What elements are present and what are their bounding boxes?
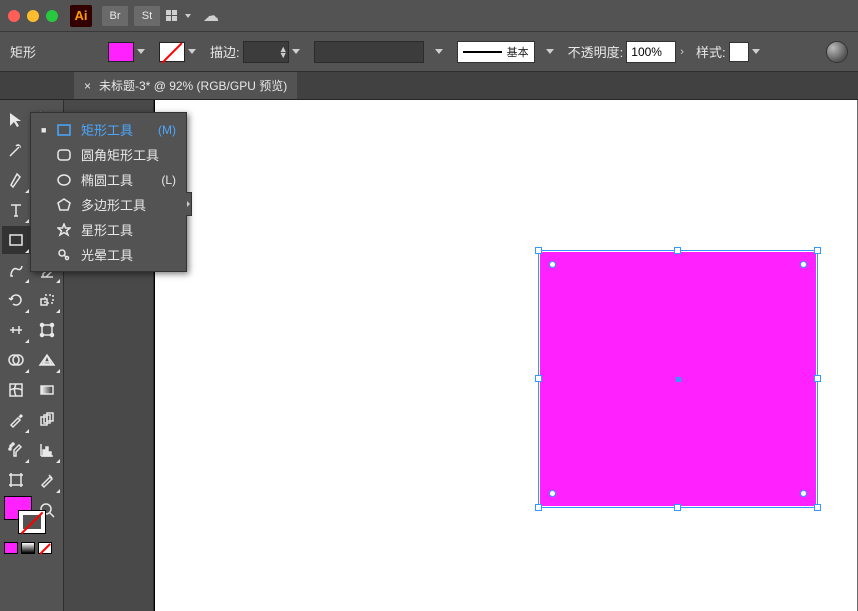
chevron-right-icon[interactable]: › xyxy=(680,46,684,58)
artboard-tool[interactable] xyxy=(2,466,30,494)
perspective-grid-tool[interactable] xyxy=(33,346,61,374)
flyout-item-polygon[interactable]: 多边形工具 xyxy=(31,192,186,217)
gradient-mode-button[interactable] xyxy=(21,542,35,554)
chevron-down-icon xyxy=(137,49,145,54)
opacity-field[interactable]: 不透明度: 100% › xyxy=(568,41,688,63)
mesh-tool[interactable] xyxy=(2,376,30,404)
rotate-tool[interactable] xyxy=(2,286,30,314)
style-label: 样式: xyxy=(696,42,726,61)
stroke-weight-input[interactable]: ▲▼ xyxy=(243,41,289,63)
flyout-tearoff-handle[interactable] xyxy=(186,192,192,216)
chevron-down-icon xyxy=(752,49,760,54)
stroke-weight-field[interactable]: 描边: ▲▼ xyxy=(210,41,306,63)
column-graph-tool[interactable] xyxy=(33,436,61,464)
shaper-tool[interactable] xyxy=(2,256,30,284)
document-tabs: × 未标题-3* @ 92% (RGB/GPU 预览) xyxy=(0,72,858,100)
flyout-item-rectangle[interactable]: ■ 矩形工具 (M) xyxy=(31,117,186,142)
scale-tool[interactable] xyxy=(33,286,61,314)
shape-tools-flyout: ■ 矩形工具 (M) 圆角矩形工具 椭圆工具 (L) 多边形工具 星形工具 光晕… xyxy=(30,112,187,272)
recolor-button[interactable] xyxy=(826,41,848,63)
flyout-item-flare[interactable]: 光晕工具 xyxy=(31,242,186,267)
close-window-button[interactable] xyxy=(8,10,20,22)
tab-close-icon[interactable]: × xyxy=(84,79,91,93)
sync-icon[interactable]: ☁ xyxy=(203,6,219,26)
selection-bounding-box xyxy=(538,250,818,508)
shape-builder-tool[interactable] xyxy=(2,346,30,374)
app-logo: Ai xyxy=(70,5,92,27)
window-controls xyxy=(8,10,58,22)
stroke-swatch-control[interactable] xyxy=(159,42,202,62)
opacity-input[interactable]: 100% xyxy=(626,41,676,63)
eyedropper-tool[interactable] xyxy=(2,406,30,434)
flyout-item-ellipse[interactable]: 椭圆工具 (L) xyxy=(31,167,186,192)
blend-tool[interactable] xyxy=(33,406,61,434)
chevron-down-icon xyxy=(435,49,443,54)
stroke-swatch[interactable] xyxy=(159,42,185,62)
gradient-tool[interactable] xyxy=(33,376,61,404)
macos-titlebar: Ai Br St ☁ xyxy=(0,0,858,32)
fill-swatch-control[interactable] xyxy=(108,42,151,62)
stroke-indicator[interactable] xyxy=(18,510,46,534)
shape-type-label: 矩形 xyxy=(10,42,36,61)
symbol-sprayer-tool[interactable] xyxy=(2,436,30,464)
artboard[interactable] xyxy=(154,100,857,611)
graphic-style-field[interactable]: 样式: xyxy=(696,42,766,62)
stock-button[interactable]: St xyxy=(134,6,160,26)
brush-definition-dropdown[interactable]: 基本 xyxy=(457,41,535,63)
stroke-profile-dropdown[interactable] xyxy=(314,41,424,63)
type-tool[interactable] xyxy=(2,196,30,224)
selection-tool[interactable] xyxy=(2,106,30,134)
stroke-label: 描边: xyxy=(210,42,240,61)
maximize-window-button[interactable] xyxy=(46,10,58,22)
minimize-window-button[interactable] xyxy=(27,10,39,22)
width-tool[interactable] xyxy=(2,316,30,344)
color-mode-button[interactable] xyxy=(4,542,18,554)
bridge-button[interactable]: Br xyxy=(102,6,128,26)
chevron-down-icon xyxy=(292,49,300,54)
opacity-label: 不透明度: xyxy=(568,42,624,61)
style-swatch[interactable] xyxy=(729,42,749,62)
flyout-item-star[interactable]: 星形工具 xyxy=(31,217,186,242)
rectangle-tool[interactable] xyxy=(2,226,30,254)
flyout-item-rounded-rectangle[interactable]: 圆角矩形工具 xyxy=(31,142,186,167)
document-tab[interactable]: × 未标题-3* @ 92% (RGB/GPU 预览) xyxy=(74,72,297,99)
options-bar: 矩形 描边: ▲▼ 基本 不透明度: 100% › 样式: xyxy=(0,32,858,72)
arrange-docs-button[interactable] xyxy=(166,10,191,21)
fill-swatch[interactable] xyxy=(108,42,134,62)
chevron-down-icon xyxy=(188,49,196,54)
slice-tool[interactable] xyxy=(33,466,61,494)
pen-tool[interactable] xyxy=(2,166,30,194)
none-mode-button[interactable] xyxy=(38,542,52,554)
document-tab-title: 未标题-3* @ 92% (RGB/GPU 预览) xyxy=(99,77,287,94)
canvas-area[interactable] xyxy=(154,100,858,611)
magic-wand-tool[interactable] xyxy=(2,136,30,164)
chevron-down-icon xyxy=(546,49,554,54)
free-transform-tool[interactable] xyxy=(33,316,61,344)
